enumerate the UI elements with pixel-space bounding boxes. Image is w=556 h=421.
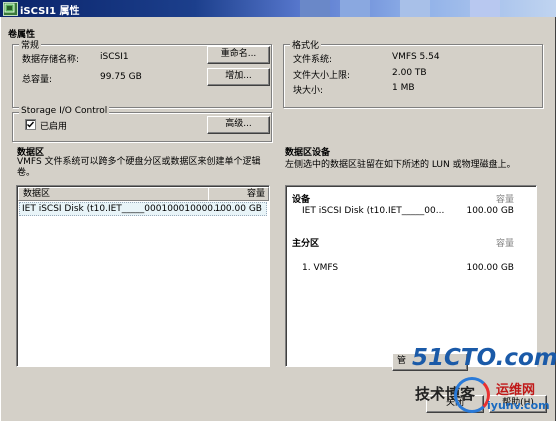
block-size-value: 1 MB bbox=[392, 83, 415, 93]
filesystem-label: 文件系统: bbox=[293, 55, 333, 65]
partition-capacity: 100.00 GB bbox=[466, 263, 514, 273]
check-icon bbox=[27, 121, 35, 128]
extent-device-description: 左侧选中的数据区驻留在如下所述的 LUN 或物理磁盘上。 bbox=[285, 160, 516, 170]
title-bar-stripe bbox=[470, 0, 500, 17]
device-capacity-header: 容量 bbox=[495, 195, 514, 205]
col-header-capacity[interactable]: 容量 bbox=[208, 187, 269, 201]
filesystem-value: VMFS 5.54 bbox=[392, 52, 440, 62]
storage-icon bbox=[3, 2, 18, 16]
format-group-label: 格式化 bbox=[290, 38, 322, 51]
max-file-size-value: 2.00 TB bbox=[392, 68, 427, 78]
advanced-button[interactable]: 高级... bbox=[207, 116, 270, 134]
extents-list[interactable]: 数据区 容量 IET iSCSI Disk (t10.IET_____00010… bbox=[16, 185, 270, 367]
watermark-brand: 运维网 bbox=[496, 383, 536, 398]
partition-name: 1. VMFS bbox=[302, 263, 339, 273]
storage-io-group-label: Storage I/O Control bbox=[19, 106, 110, 116]
enabled-checkbox[interactable] bbox=[25, 119, 36, 130]
increase-button[interactable]: 增加... bbox=[207, 68, 270, 86]
max-file-size-label: 文件大小上限: bbox=[293, 71, 351, 81]
extent-capacity: 100.00 GB bbox=[214, 204, 262, 214]
window-title: iSCSI1 属性 bbox=[20, 6, 80, 17]
block-size-label: 块大小: bbox=[293, 86, 324, 96]
title-bar-stripe bbox=[400, 0, 430, 17]
device-name: IET iSCSI Disk (t10.IET_____00... bbox=[302, 206, 445, 216]
general-group-label: 常规 bbox=[19, 38, 42, 51]
total-capacity-label: 总容量: bbox=[22, 75, 53, 85]
enabled-label: 已启用 bbox=[40, 122, 68, 132]
table-row[interactable]: IET iSCSI Disk (t10.IET_____000100010000… bbox=[19, 202, 267, 216]
partition-capacity-header: 容量 bbox=[495, 239, 514, 249]
total-capacity-value: 99.75 GB bbox=[100, 72, 142, 82]
title-bar[interactable]: iSCSI1 属性 bbox=[0, 0, 556, 17]
watermark-logo-icon bbox=[454, 377, 490, 413]
dialog-body: 卷属性 常规 数据存储名称: iSCSI1 总容量: 99.75 GB 重命名.… bbox=[0, 17, 556, 421]
rename-button[interactable]: 重命名... bbox=[207, 46, 270, 64]
primary-partition-header: 主分区 bbox=[292, 239, 320, 249]
extent-name: IET iSCSI Disk (t10.IET_____000100010000… bbox=[22, 204, 222, 214]
datastore-name-value: iSCSI1 bbox=[100, 52, 129, 62]
extent-device-panel: 设备 容量 IET iSCSI Disk (t10.IET_____00... … bbox=[285, 185, 537, 367]
watermark-url: iyunv.com bbox=[487, 399, 550, 412]
device-header: 设备 bbox=[292, 195, 311, 205]
datastore-name-label: 数据存储名称: bbox=[22, 55, 80, 65]
col-header-extent[interactable]: 数据区 bbox=[18, 187, 211, 201]
title-bar-stripe bbox=[340, 0, 370, 17]
extents-description: VMFS 文件系统可以跨多个硬盘分区或数据区来创建单个逻辑卷。 bbox=[17, 157, 261, 178]
watermark-site: 51CTO.com bbox=[412, 345, 556, 371]
title-bar-stripe bbox=[300, 0, 330, 17]
device-capacity: 100.00 GB bbox=[466, 206, 514, 216]
